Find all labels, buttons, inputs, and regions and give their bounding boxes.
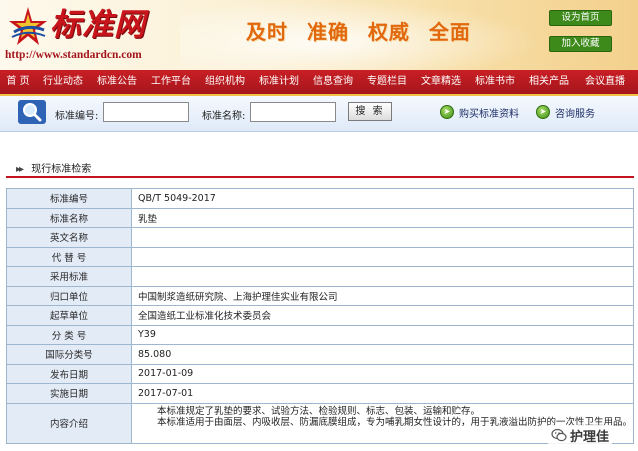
section-divider [6, 176, 634, 178]
nav-item-special-topics[interactable]: 专题栏目 [360, 69, 414, 95]
slogan-word: 全面 [428, 20, 471, 44]
double-chevron-icon: ▸▸ [16, 164, 24, 175]
watermark-text: 护理佳 [570, 429, 610, 445]
field-label: 标准名称 [6, 207, 132, 228]
table-row: 归口单位 中国制浆造纸研究院、上海护理佳实业有限公司 [6, 285, 634, 306]
standard-detail-table: 标准编号 QB/T 5049-2017 标准名称 乳垫 英文名称 代 替 号 采… [6, 188, 634, 444]
section-title-text: 现行标准检索 [31, 164, 92, 175]
slogan-word: 准确 [306, 20, 349, 44]
field-value: 2017-01-09 [131, 363, 634, 384]
table-row: 采用标准 [6, 266, 634, 287]
nav-item-organizations[interactable]: 组织机构 [198, 69, 252, 95]
main-nav: 首 页 行业动态 标准公告 工作平台 组织机构 标准计划 信息查询 专题栏目 文… [0, 70, 638, 96]
field-value: 乳垫 [131, 207, 634, 228]
slogan-word: 及时 [246, 20, 288, 44]
standard-name-label: 标准名称: [202, 111, 246, 122]
table-row-intro: 内容介绍 本标准规定了乳垫的要求、试验方法、检验规则、标志、包装、运输和贮存。 … [6, 402, 634, 444]
field-label: 采用标准 [6, 266, 132, 287]
field-value: QB/T 5049-2017 [131, 188, 634, 209]
field-value: 85.080 [131, 344, 634, 365]
standard-code-label: 标准编号: [55, 111, 99, 122]
field-label: 内容介绍 [6, 402, 132, 444]
field-value [131, 227, 634, 248]
green-arrow-icon: ➤ [440, 105, 454, 119]
add-favorite-button[interactable]: 加入收藏 [549, 36, 612, 52]
standard-name-input[interactable] [250, 102, 336, 122]
standard-code-input[interactable] [103, 102, 189, 122]
section-title: ▸▸ 现行标准检索 [16, 160, 91, 175]
field-value: 2017-07-01 [131, 383, 634, 404]
nav-item-home[interactable]: 首 页 [0, 69, 36, 95]
field-label: 国际分类号 [6, 344, 132, 365]
standard-search-bar: 标准编号: 标准名称: 搜 索 ➤ 购买标准资料 ➤ 咨询服务 [0, 96, 638, 132]
search-button[interactable]: 搜 索 [348, 102, 392, 121]
field-label: 标准编号 [6, 188, 132, 209]
table-row: 实施日期 2017-07-01 [6, 383, 634, 404]
field-label: 起草单位 [6, 305, 132, 326]
table-row: 代 替 号 [6, 246, 634, 267]
field-value [131, 246, 634, 267]
table-row: 英文名称 [6, 227, 634, 248]
site-header: 标准网 http://www.standardcn.com 及时 准确 权威 全… [0, 0, 638, 70]
table-row: 发布日期 2017-01-09 [6, 363, 634, 384]
intro-line: 本标准规定了乳垫的要求、试验方法、检验规则、标志、包装、运输和贮存。 [157, 405, 481, 417]
table-row: 标准名称 乳垫 [6, 207, 634, 228]
table-row: 起草单位 全国造纸工业标准化技术委员会 [6, 305, 634, 326]
site-logo-text[interactable]: 标准网 [50, 5, 146, 45]
nav-item-industry-news[interactable]: 行业动态 [36, 69, 90, 95]
buy-standard-label: 购买标准资料 [459, 108, 519, 120]
table-row: 国际分类号 85.080 [6, 344, 634, 365]
wechat-icon [551, 428, 567, 442]
field-value [131, 266, 634, 287]
nav-item-related-products[interactable]: 相关产品 [522, 69, 576, 95]
table-row: 标准编号 QB/T 5049-2017 [6, 188, 634, 209]
green-arrow-icon: ➤ [536, 105, 550, 119]
consult-service-link[interactable]: ➤ 咨询服务 [536, 103, 595, 121]
logo-emblem-icon[interactable] [8, 6, 48, 46]
magnifier-icon [18, 100, 46, 124]
site-slogan: 及时 准确 权威 全面 [246, 16, 482, 45]
nav-item-selected-articles[interactable]: 文章精选 [414, 69, 468, 95]
field-label: 归口单位 [6, 285, 132, 306]
field-label: 实施日期 [6, 383, 132, 404]
field-label: 英文名称 [6, 227, 132, 248]
field-label: 代 替 号 [6, 246, 132, 267]
set-homepage-button[interactable]: 设为首页 [549, 10, 612, 26]
buy-standard-link[interactable]: ➤ 购买标准资料 [440, 103, 519, 121]
slogan-word: 权威 [367, 20, 410, 44]
nav-item-standard-plans[interactable]: 标准计划 [252, 69, 306, 95]
field-label: 分 类 号 [6, 324, 132, 345]
table-row: 分 类 号 Y39 [6, 324, 634, 345]
field-value: 中国制浆造纸研究院、上海护理佳实业有限公司 [131, 285, 634, 306]
site-url: http://www.standardcn.com [5, 49, 142, 61]
field-label: 发布日期 [6, 363, 132, 384]
nav-item-info-query[interactable]: 信息查询 [306, 69, 360, 95]
field-value: Y39 [131, 324, 634, 345]
field-value: 全国造纸工业标准化技术委员会 [131, 305, 634, 326]
nav-item-live-meetings[interactable]: 会议直播 [576, 69, 634, 95]
nav-item-standard-notices[interactable]: 标准公告 [90, 69, 144, 95]
nav-item-work-platform[interactable]: 工作平台 [144, 69, 198, 95]
consult-service-label: 咨询服务 [555, 108, 595, 120]
wechat-watermark: 护理佳 [548, 425, 613, 445]
nav-item-standard-bookstore[interactable]: 标准书市 [468, 69, 522, 95]
